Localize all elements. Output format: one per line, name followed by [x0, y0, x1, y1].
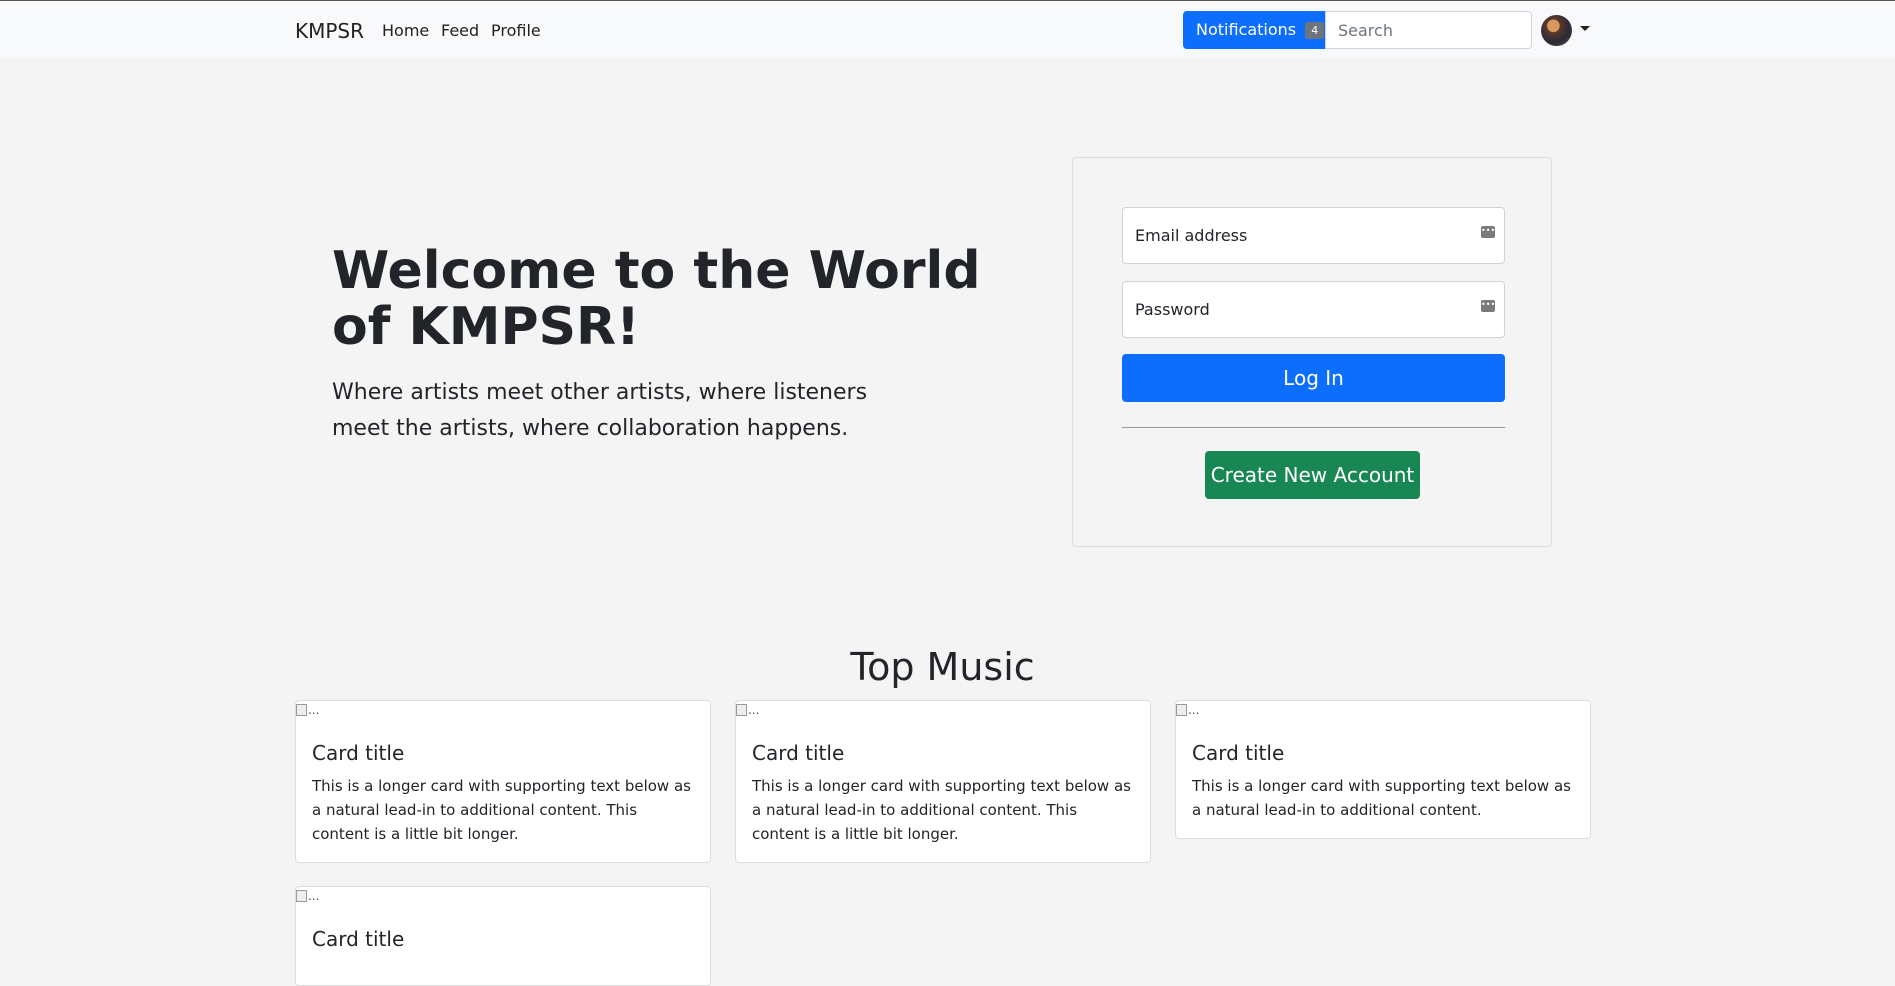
- card-text: This is a longer card with supporting te…: [752, 777, 1131, 843]
- card-image-alt: ...: [308, 889, 320, 903]
- password-field[interactable]: •••: [1122, 281, 1505, 338]
- card-title: Card title: [1192, 741, 1285, 765]
- nav-link-feed[interactable]: Feed: [441, 21, 479, 40]
- password-manager-icon[interactable]: •••: [1481, 226, 1495, 238]
- section-title: Top Music: [850, 645, 1035, 689]
- notifications-button[interactable]: Notifications 4: [1183, 11, 1325, 49]
- password-manager-icon[interactable]: •••: [1481, 300, 1495, 312]
- broken-image-icon: [1176, 704, 1187, 716]
- create-account-button[interactable]: Create New Account: [1205, 451, 1420, 499]
- card-title: Card title: [312, 741, 405, 765]
- email-field[interactable]: •••: [1122, 207, 1505, 264]
- card-image: ...: [296, 703, 319, 717]
- password-input[interactable]: [1123, 282, 1504, 337]
- chevron-down-icon[interactable]: [1580, 26, 1590, 31]
- broken-image-icon: [296, 890, 307, 902]
- login-card: ••• ••• Log In Create New Account: [1072, 157, 1552, 547]
- notifications-label: Notifications: [1196, 20, 1297, 39]
- card-title: Card title: [312, 927, 405, 951]
- card-image: ...: [296, 889, 319, 903]
- card-image-alt: ...: [1188, 703, 1200, 717]
- search-input[interactable]: [1325, 11, 1532, 49]
- hero-title: Welcome to the World of KMPSR!: [332, 241, 981, 357]
- music-card[interactable]: ... Card title: [295, 886, 711, 986]
- card-image-alt: ...: [308, 703, 320, 717]
- card-text: This is a longer card with supporting te…: [1192, 777, 1571, 819]
- broken-image-icon: [736, 704, 747, 716]
- broken-image-icon: [296, 704, 307, 716]
- card-image-alt: ...: [748, 703, 760, 717]
- music-card[interactable]: ... Card title This is a longer card wit…: [735, 700, 1151, 863]
- card-image: ...: [1176, 703, 1199, 717]
- nav-link-home[interactable]: Home: [382, 21, 429, 40]
- email-input[interactable]: [1123, 208, 1504, 263]
- avatar[interactable]: [1541, 15, 1572, 46]
- card-title: Card title: [752, 741, 845, 765]
- music-card[interactable]: ... Card title This is a longer card wit…: [1175, 700, 1591, 839]
- divider: [1122, 427, 1505, 428]
- card-text: This is a longer card with supporting te…: [312, 777, 691, 843]
- nav-link-profile[interactable]: Profile: [491, 21, 541, 40]
- navbar: KMPSR Home Feed Profile Notifications 4: [0, 0, 1895, 57]
- hero-subtitle: Where artists meet other artists, where …: [332, 380, 868, 441]
- music-card[interactable]: ... Card title This is a longer card wit…: [295, 700, 711, 863]
- login-button[interactable]: Log In: [1122, 354, 1505, 402]
- card-image: ...: [736, 703, 759, 717]
- brand-logo[interactable]: KMPSR: [295, 19, 364, 43]
- notifications-count-badge: 4: [1305, 22, 1325, 39]
